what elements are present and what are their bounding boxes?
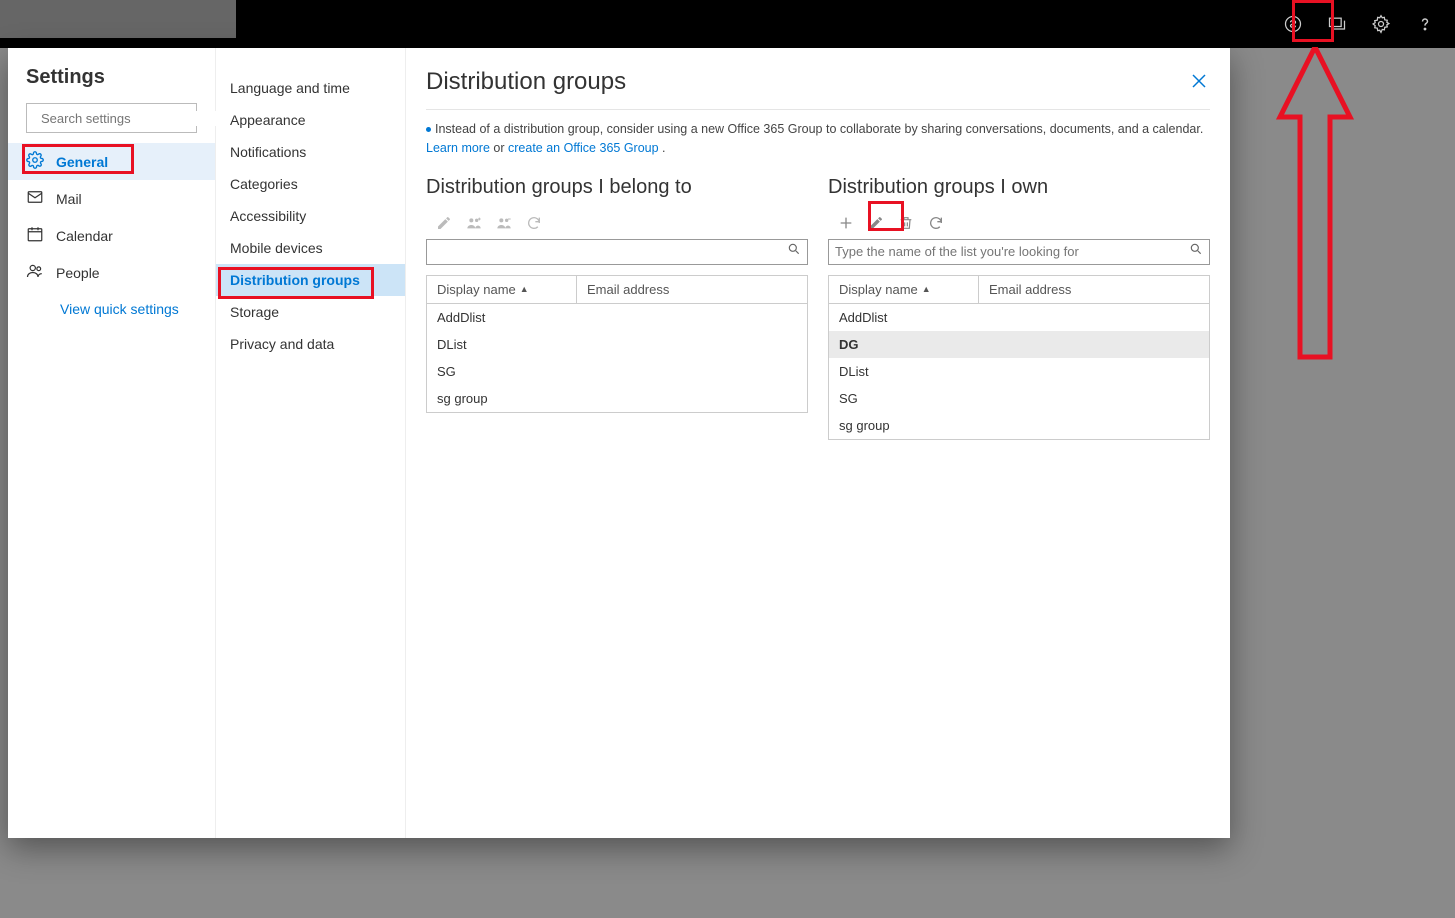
list-item[interactable]: AddDlist (829, 304, 1209, 331)
search-icon[interactable] (1189, 242, 1203, 261)
sort-asc-icon: ▲ (922, 284, 931, 294)
calendar-icon (26, 225, 44, 246)
list-item[interactable]: sg group (829, 412, 1209, 439)
learn-more-link[interactable]: Learn more (426, 141, 490, 155)
bullet-icon (426, 127, 431, 132)
list-item[interactable]: sg group (427, 385, 807, 412)
join-group-icon[interactable] (466, 215, 482, 231)
list-item[interactable]: DList (427, 331, 807, 358)
nav2-storage[interactable]: Storage (216, 296, 405, 328)
list-item[interactable]: AddDlist (427, 304, 807, 331)
list-item[interactable]: SG (829, 385, 1209, 412)
dg-own-search[interactable] (828, 239, 1210, 265)
nav2-notifications[interactable]: Notifications (216, 136, 405, 168)
dg-belong-toolbar (426, 215, 808, 231)
nav2-language-and-time[interactable]: Language and time (216, 72, 405, 104)
nav-label: People (56, 265, 100, 281)
annotation-box-edit (868, 201, 904, 231)
nav2-accessibility[interactable]: Accessibility (216, 200, 405, 232)
nav2-mobile-devices[interactable]: Mobile devices (216, 232, 405, 264)
settings-nav-secondary: Language and timeAppearanceNotifications… (216, 48, 406, 838)
refresh-icon[interactable] (526, 215, 542, 231)
col-display-name[interactable]: Display name▲ (427, 276, 577, 303)
search-settings-input[interactable] (41, 111, 217, 126)
nav-label: Calendar (56, 228, 113, 244)
col-email[interactable]: Email address (979, 276, 1209, 303)
page-title: Distribution groups (426, 68, 626, 96)
add-icon[interactable] (838, 215, 854, 231)
nav-calendar[interactable]: Calendar (8, 217, 215, 254)
mail-icon (26, 188, 44, 209)
dg-own-header: Display name▲ Email address (828, 275, 1210, 304)
list-item[interactable]: DList (829, 358, 1209, 385)
nav2-appearance[interactable]: Appearance (216, 104, 405, 136)
view-quick-settings-link[interactable]: View quick settings (8, 291, 215, 327)
list-item[interactable]: SG (427, 358, 807, 385)
dg-belong-title: Distribution groups I belong to (426, 176, 808, 199)
annotation-arrow (1275, 47, 1355, 367)
dg-belong-section: Distribution groups I belong to Display … (426, 176, 808, 440)
annotation-box-general (22, 144, 134, 174)
leave-group-icon[interactable] (496, 215, 512, 231)
settings-title: Settings (8, 66, 215, 103)
dg-belong-header: Display name▲ Email address (426, 275, 808, 304)
list-item[interactable]: DG (829, 331, 1209, 358)
annotation-box-gear (1292, 0, 1334, 42)
dg-own-list: AddDlistDGDListSGsg group (828, 304, 1210, 440)
nav-people[interactable]: People (8, 254, 215, 291)
browser-tab-stub (0, 0, 236, 38)
refresh-icon[interactable] (928, 215, 944, 231)
search-icon[interactable] (787, 242, 801, 261)
edit-icon[interactable] (436, 215, 452, 231)
col-display-name[interactable]: Display name▲ (829, 276, 979, 303)
settings-panel: Settings GeneralMailCalendarPeople View … (8, 48, 1230, 838)
dg-belong-search-input[interactable] (433, 244, 787, 259)
dg-own-search-input[interactable] (835, 244, 1189, 259)
nav2-privacy-and-data[interactable]: Privacy and data (216, 328, 405, 360)
search-settings-wrap[interactable] (26, 103, 197, 133)
info-tip: Instead of a distribution group, conside… (426, 120, 1210, 158)
dg-belong-search[interactable] (426, 239, 808, 265)
people-icon (26, 262, 44, 283)
help-icon[interactable] (1403, 0, 1447, 48)
settings-content: Distribution groups Instead of a distrib… (406, 48, 1230, 838)
annotation-box-distgroups (218, 267, 374, 299)
dg-own-title: Distribution groups I own (828, 176, 1210, 199)
gear-icon[interactable] (1359, 0, 1403, 48)
nav-label: Mail (56, 191, 82, 207)
dg-belong-list: AddDlistDListSGsg group (426, 304, 808, 413)
sort-asc-icon: ▲ (520, 284, 529, 294)
nav-mail[interactable]: Mail (8, 180, 215, 217)
col-email[interactable]: Email address (577, 276, 807, 303)
nav2-categories[interactable]: Categories (216, 168, 405, 200)
create-group-link[interactable]: create an Office 365 Group (508, 141, 659, 155)
close-button[interactable] (1188, 68, 1210, 97)
tip-text: Instead of a distribution group, conside… (435, 122, 1203, 136)
